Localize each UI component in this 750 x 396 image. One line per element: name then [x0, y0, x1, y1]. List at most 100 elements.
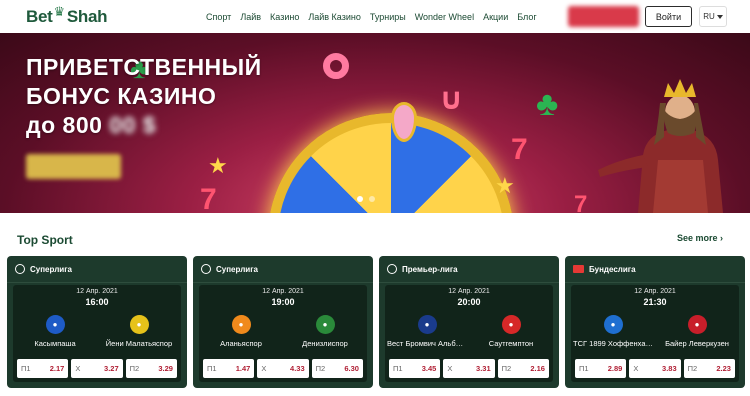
away-team: ● Саутгемптон — [469, 315, 553, 348]
carousel-dot[interactable] — [369, 196, 375, 202]
match-card[interactable]: Суперлига 12 Апр. 2021 19:00 ● Аланьяспо… — [193, 256, 373, 388]
team-crest-icon: ● — [129, 315, 149, 334]
match-card-header: Суперлига — [193, 256, 373, 283]
match-card[interactable]: Суперлига 12 Апр. 2021 16:00 ● Касымпаша… — [7, 256, 187, 388]
carousel-dot[interactable] — [357, 196, 363, 202]
logo-shah: Shah — [66, 7, 108, 26]
match-card[interactable]: Премьер-лига 12 Апр. 2021 20:00 ● Вест Б… — [379, 256, 559, 388]
nav-promotions[interactable]: Акции — [483, 12, 508, 22]
match-body: 12 Апр. 2021 21:30 ● TCГ 1899 Хоффенхайм… — [571, 285, 739, 382]
away-team-name: Саутгемптон — [488, 339, 534, 348]
odd-value: 2.23 — [716, 364, 731, 373]
odd-button[interactable]: П2 3.29 — [125, 359, 177, 378]
home-team: ● Касымпаша — [13, 315, 97, 348]
odd-button[interactable]: X 4.33 — [257, 359, 309, 378]
odd-label: П2 — [501, 364, 512, 373]
nav-casino[interactable]: Казино — [270, 12, 299, 22]
match-body: 12 Апр. 2021 20:00 ● Вест Бромвич Альбио… — [385, 285, 553, 382]
banner-headline: ПРИВЕТСТВЕННЫЙ БОНУС КАЗИНО до 800 00 $ — [26, 53, 262, 140]
nav-blog[interactable]: Блог — [517, 12, 536, 22]
odds-row: П1 3.45 X 3.31 П2 2.16 — [389, 359, 549, 378]
odd-button[interactable]: X 3.83 — [629, 359, 681, 378]
odd-button[interactable]: П2 2.16 — [497, 359, 549, 378]
banner-line-3: до 800 00 $ — [26, 112, 157, 138]
away-team-name: Байер Леверкузен — [665, 339, 729, 348]
nav-tournaments[interactable]: Турниры — [370, 12, 406, 22]
odd-button[interactable]: X 3.31 — [443, 359, 495, 378]
odd-button[interactable]: П2 6.30 — [311, 359, 363, 378]
language-selector[interactable]: RU — [699, 6, 727, 27]
banner-line-1: ПРИВЕТСТВЕННЫЙ — [26, 54, 262, 80]
match-date: 12 Апр. 2021 — [76, 288, 118, 295]
league-name: Премьер-лига — [402, 264, 458, 274]
away-team: ● Денизлиспор — [283, 315, 367, 348]
team-crest-icon: ● — [315, 315, 335, 334]
odd-button[interactable]: X 3.27 — [71, 359, 123, 378]
banner-cta-button[interactable] — [26, 154, 121, 179]
match-body: 12 Апр. 2021 16:00 ● Касымпаша ● Йени Ма… — [13, 285, 181, 382]
odd-value: 3.45 — [421, 364, 437, 373]
league-name: Бундеслига — [589, 264, 636, 274]
odd-button[interactable]: П1 3.45 — [389, 359, 441, 378]
match-date: 12 Апр. 2021 — [262, 288, 304, 295]
logo[interactable]: Bet ♛ Shah — [26, 4, 108, 28]
home-team-name: TCГ 1899 Хоффенхайм — [573, 339, 655, 348]
away-team: ● Йени Малатьяспор — [97, 315, 181, 348]
seven-icon: 7 — [511, 133, 528, 166]
odd-value: 3.83 — [662, 364, 677, 373]
away-team: ● Байер Леверкузен — [655, 315, 739, 348]
odd-button[interactable]: П2 2.23 — [683, 359, 735, 378]
league-name: Суперлига — [30, 264, 72, 274]
home-team: ● Аланьяспор — [199, 315, 283, 348]
odds-row: П1 2.89 X 3.83 П2 2.23 — [575, 359, 735, 378]
match-time: 21:30 — [643, 297, 667, 307]
promo-banner[interactable]: ♣ ♣ ∪ 7 7 7 ★ ★ ПРИВЕТСТВЕННЫЙ БОНУС КАЗ… — [0, 33, 750, 213]
odd-value: 2.89 — [607, 364, 623, 373]
seven-icon: 7 — [574, 191, 588, 213]
team-crest-icon: ● — [603, 315, 623, 334]
odd-label: X — [447, 364, 453, 373]
away-team-name: Йени Малатьяспор — [105, 339, 173, 348]
banner-line-2: БОНУС КАЗИНО — [26, 83, 217, 109]
main-nav: Спорт Лайв Казино Лайв Казино Турниры Wo… — [206, 0, 546, 33]
odds-row: П1 2.17 X 3.27 П2 3.29 — [17, 359, 177, 378]
odd-value: 3.29 — [158, 364, 173, 373]
match-time: 16:00 — [85, 297, 109, 307]
team-crest-icon: ● — [417, 315, 437, 334]
odd-value: 2.17 — [49, 364, 65, 373]
odd-value: 2.16 — [530, 364, 545, 373]
register-button[interactable] — [568, 6, 639, 27]
odd-label: П2 — [315, 364, 326, 373]
team-crest-icon: ● — [501, 315, 521, 334]
match-card[interactable]: Бундеслига 12 Апр. 2021 21:30 ● TCГ 1899… — [565, 256, 745, 388]
nav-wonder-wheel[interactable]: Wonder Wheel — [415, 12, 474, 22]
section-title: Top Sport — [17, 233, 73, 247]
caret-down-icon — [716, 14, 723, 19]
seven-icon: 7 — [200, 183, 217, 213]
team-crest-icon: ● — [45, 315, 65, 334]
odd-label: П2 — [687, 364, 698, 373]
ring-icon — [323, 53, 349, 79]
header: Bet ♛ Shah Спорт Лайв Казино Лайв Казино… — [0, 0, 750, 33]
odd-button[interactable]: П1 2.17 — [17, 359, 69, 378]
league-icon — [15, 264, 25, 274]
match-card-header: Суперлига — [7, 256, 187, 283]
nav-sport[interactable]: Спорт — [206, 12, 231, 22]
nav-live[interactable]: Лайв — [240, 12, 261, 22]
king-character — [598, 79, 723, 213]
odd-button[interactable]: П1 1.47 — [203, 359, 255, 378]
match-date: 12 Апр. 2021 — [634, 288, 676, 295]
login-button[interactable]: Войти — [645, 6, 692, 27]
horseshoe-icon: ∪ — [439, 83, 464, 116]
star-icon: ★ — [208, 153, 228, 178]
see-more-link[interactable]: See more › — [677, 233, 723, 243]
match-body: 12 Апр. 2021 19:00 ● Аланьяспор ● Денизл… — [199, 285, 367, 382]
away-team-name: Денизлиспор — [302, 339, 348, 348]
logo-bet: Bet — [26, 7, 53, 26]
odd-label: П1 — [21, 364, 31, 373]
banner-amount: до 800 — [26, 112, 103, 138]
odd-value: 4.33 — [290, 364, 305, 373]
nav-live-casino[interactable]: Лайв Казино — [308, 12, 361, 22]
odd-button[interactable]: П1 2.89 — [575, 359, 627, 378]
match-time: 19:00 — [271, 297, 295, 307]
